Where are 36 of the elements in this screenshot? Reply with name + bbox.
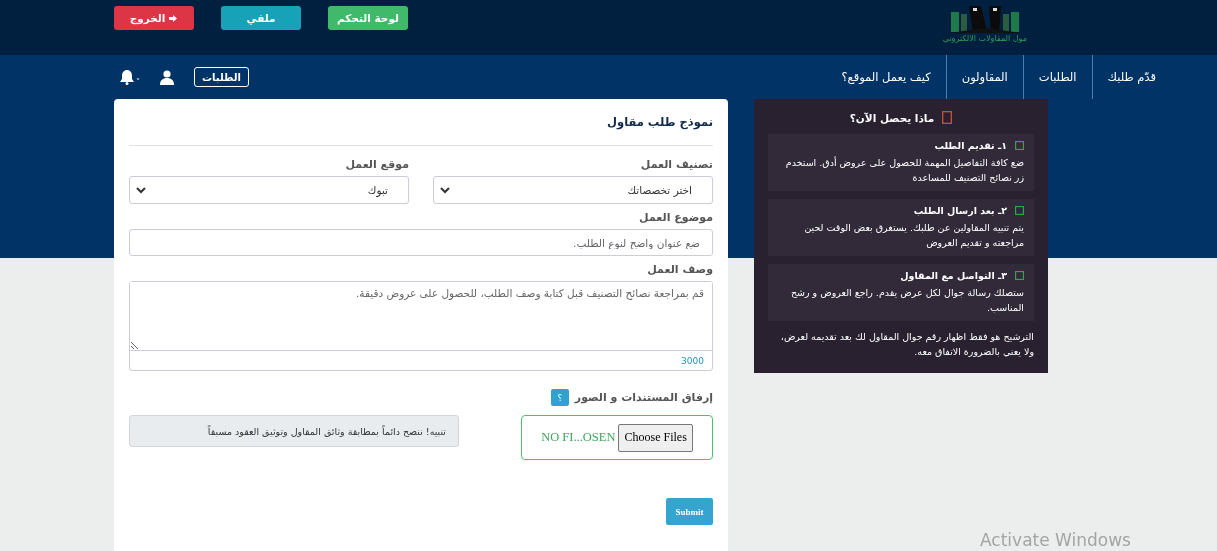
select-field[interactable]: تبوك — [129, 176, 409, 204]
select-field[interactable]: اختر تخصصاتك — [433, 176, 713, 204]
panel-note: الترشيح هو فقط اظهار رقم جوال المقاول لك بعد تقديمه لعرض، ولا يعني بالضرورة الاتفاق معه. — [779, 330, 1034, 359]
logout-icon — [168, 13, 179, 23]
logo-caption: مول المقاولات الالكتروني — [942, 34, 1027, 44]
square-icon — [942, 111, 953, 124]
step-title: ١ـ تقديم الطلب — [934, 140, 1007, 151]
chevron-icon — [440, 186, 450, 194]
form-title: نموذج طلب مقاول — [606, 115, 713, 129]
step-text: ستصلك رسالة جوال لكل عرض يقدم. راجع العروض و رشح المناسب. — [789, 286, 1024, 315]
field-label: تصنيف العمل — [639, 158, 713, 171]
panel-title: ماذا يحصل الآن؟ — [849, 111, 935, 124]
field-label: إرفاق المستندات و الصور — [574, 391, 713, 404]
file-status: NO FI...OSEN — [541, 430, 616, 445]
choose-files-button[interactable]: Choose Files — [618, 423, 693, 452]
subject-field[interactable]: ضع عنوان واضح لنوع الطلب. — [129, 229, 713, 256]
nav-link[interactable]: كيف يعمل الموقع؟ — [826, 55, 946, 99]
bell-icon[interactable] — [118, 69, 140, 85]
activation-notice: Activate Windows — [980, 530, 1131, 550]
field-label: وصف العمل — [646, 263, 713, 276]
square-icon — [1015, 271, 1024, 280]
orders-button[interactable]: الطلبات — [194, 67, 249, 87]
field-label: موقع العمل — [344, 158, 409, 171]
nav-link[interactable]: قدّم طلبك — [1091, 55, 1171, 99]
user-icon[interactable] — [160, 69, 174, 85]
square-icon — [1015, 141, 1024, 150]
step-title: ٣ـ التواصل مع المقاول — [900, 270, 1007, 281]
step-text: يتم تنبيه المقاولين عن طلبك. يستغرق بعض الوقت لحين مراجعته و تقديم العروض — [803, 221, 1024, 250]
header-button[interactable]: الخروج — [114, 6, 194, 30]
step-text: ضع كافة التفاصيل المهمة للحصول على عروض أدق. استخدم زر نصائح التصنيف للمساعدة — [784, 155, 1024, 185]
field-label: موضوع العمل — [638, 211, 713, 224]
character-counter: 3000 — [681, 355, 704, 366]
square-icon — [1015, 206, 1024, 215]
chevron-icon — [136, 186, 146, 194]
step-title: ٢ـ بعد ارسال الطلب — [913, 205, 1007, 216]
warning-alert: تنبيه! ننصح دائماً بمطابقة وثائق المقاول وتوثيق العقود مسبقاً — [129, 415, 459, 447]
